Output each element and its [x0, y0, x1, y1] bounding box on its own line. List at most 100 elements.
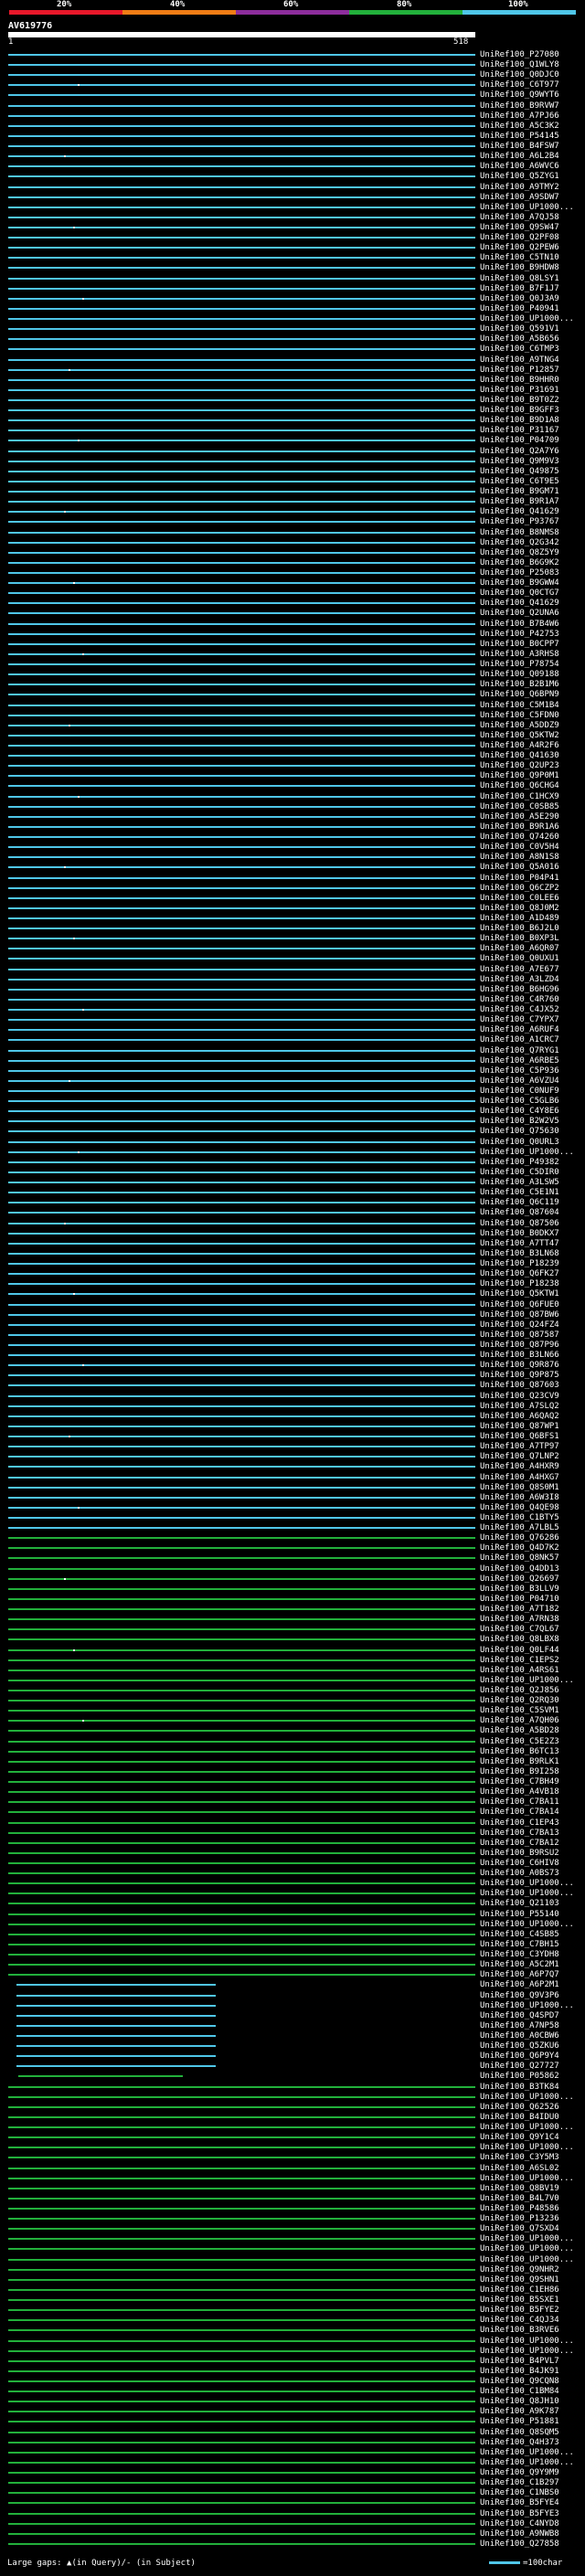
hit-label[interactable]: UniRef100_Q5ZYG1: [480, 172, 559, 181]
alignment-row[interactable]: UniRef100_P31167: [0, 426, 585, 435]
alignment-row[interactable]: UniRef100_Q2UP23: [0, 761, 585, 770]
hit-label[interactable]: UniRef100_A7SLQ2: [480, 1402, 559, 1411]
hit-label[interactable]: UniRef100_UP1000...: [480, 2234, 574, 2243]
alignment-row[interactable]: UniRef100_Q2A7Y6: [0, 447, 585, 456]
hit-label[interactable]: UniRef100_Q8S0M1: [480, 1483, 559, 1492]
hit-label[interactable]: UniRef100_Q2A7Y6: [480, 447, 559, 456]
hit-label[interactable]: UniRef100_A5B656: [480, 334, 559, 344]
hit-label[interactable]: UniRef100_A3LZD4: [480, 975, 559, 984]
hit-label[interactable]: UniRef100_Q9SW47: [480, 223, 559, 232]
hit-label[interactable]: UniRef100_A7LBL5: [480, 1523, 559, 1532]
alignment-row[interactable]: UniRef100_C1HCX9: [0, 792, 585, 801]
alignment-row[interactable]: UniRef100_C6T977: [0, 80, 585, 90]
alignment-row[interactable]: UniRef100_C6T9E5: [0, 477, 585, 486]
hit-label[interactable]: UniRef100_UP1000...: [480, 1920, 574, 1929]
alignment-row[interactable]: UniRef100_Q74260: [0, 832, 585, 842]
hit-label[interactable]: UniRef100_A9SDW7: [480, 193, 559, 202]
alignment-row[interactable]: UniRef100_Q6CHG4: [0, 781, 585, 790]
hit-label[interactable]: UniRef100_UP1000...: [480, 1889, 574, 1898]
hit-label[interactable]: UniRef100_P40941: [480, 304, 559, 313]
alignment-row[interactable]: UniRef100_A4RS61: [0, 1666, 585, 1675]
alignment-row[interactable]: UniRef100_P48586: [0, 2204, 585, 2213]
hit-label[interactable]: UniRef100_UP1000...: [480, 1676, 574, 1685]
hit-label[interactable]: UniRef100_P18239: [480, 1259, 559, 1268]
hit-label[interactable]: UniRef100_C7BA11: [480, 1797, 559, 1807]
hit-label[interactable]: UniRef100_A7QH06: [480, 1716, 559, 1725]
hit-label[interactable]: UniRef100_Q8JH10: [480, 2397, 559, 2406]
hit-label[interactable]: UniRef100_UP1000...: [480, 2347, 574, 2356]
alignment-row[interactable]: UniRef100_B3LN68: [0, 1249, 585, 1258]
alignment-row[interactable]: UniRef100_B5FYE4: [0, 2498, 585, 2507]
hit-label[interactable]: UniRef100_B7B4W6: [480, 620, 559, 629]
alignment-row[interactable]: UniRef100_P04710: [0, 1595, 585, 1604]
alignment-row[interactable]: UniRef100_Q9Y9M9: [0, 2468, 585, 2477]
alignment-row[interactable]: UniRef100_UP1000...: [0, 2448, 585, 2457]
alignment-row[interactable]: UniRef100_B3LLV9: [0, 1585, 585, 1594]
alignment-row[interactable]: UniRef100_Q0URL3: [0, 1138, 585, 1147]
hit-label[interactable]: UniRef100_A8N1S8: [480, 853, 559, 862]
hit-label[interactable]: UniRef100_Q2J856: [480, 1686, 559, 1695]
hit-label[interactable]: UniRef100_C5GLB6: [480, 1097, 559, 1106]
alignment-row[interactable]: UniRef100_A7NP58: [0, 2021, 585, 2030]
alignment-row[interactable]: UniRef100_A6L2B4: [0, 152, 585, 161]
hit-label[interactable]: UniRef100_C6T9E5: [480, 477, 559, 486]
alignment-row[interactable]: UniRef100_Q4DD13: [0, 1564, 585, 1574]
alignment-row[interactable]: UniRef100_P25083: [0, 568, 585, 578]
hit-label[interactable]: UniRef100_C1B297: [480, 2478, 559, 2487]
hit-label[interactable]: UniRef100_Q9CQN8: [480, 2377, 559, 2386]
hit-label[interactable]: UniRef100_A6RBE5: [480, 1056, 559, 1065]
hit-label[interactable]: UniRef100_B3LLV9: [480, 1585, 559, 1594]
hit-label[interactable]: UniRef100_Q9Y9M9: [480, 2468, 559, 2477]
alignment-row[interactable]: UniRef100_Q5KTW1: [0, 1289, 585, 1299]
hit-label[interactable]: UniRef100_P49382: [480, 1158, 559, 1167]
alignment-row[interactable]: UniRef100_A7PJ66: [0, 111, 585, 121]
hit-label[interactable]: UniRef100_B5FYE3: [480, 2509, 559, 2518]
alignment-row[interactable]: UniRef100_Q2UNA6: [0, 609, 585, 618]
hit-label[interactable]: UniRef100_P31167: [480, 426, 559, 435]
alignment-row[interactable]: UniRef100_B9RLK1: [0, 1757, 585, 1766]
hit-label[interactable]: UniRef100_A4VB18: [480, 1787, 559, 1797]
alignment-row[interactable]: UniRef100_A3RHS8: [0, 650, 585, 659]
alignment-row[interactable]: UniRef100_C4QJ34: [0, 2316, 585, 2325]
hit-label[interactable]: UniRef100_C0LEE6: [480, 894, 559, 903]
alignment-row[interactable]: UniRef100_B9R1A7: [0, 497, 585, 506]
alignment-row[interactable]: UniRef100_Q1WLY8: [0, 60, 585, 69]
hit-label[interactable]: UniRef100_Q27858: [480, 2539, 559, 2549]
hit-label[interactable]: UniRef100_A3RHS8: [480, 650, 559, 659]
hit-label[interactable]: UniRef100_Q2PF08: [480, 233, 559, 242]
hit-label[interactable]: UniRef100_C1NBS0: [480, 2488, 559, 2497]
alignment-row[interactable]: UniRef100_A5C2M1: [0, 1960, 585, 1969]
hit-label[interactable]: UniRef100_Q87603: [480, 1381, 559, 1390]
alignment-row[interactable]: UniRef100_UP1000...: [0, 2337, 585, 2346]
hit-label[interactable]: UniRef100_B3LN68: [480, 1249, 559, 1258]
hit-label[interactable]: UniRef100_Q4H373: [480, 2438, 559, 2447]
hit-label[interactable]: UniRef100_Q9SHN1: [480, 2275, 559, 2284]
hit-label[interactable]: UniRef100_Q2UP23: [480, 761, 559, 770]
hit-label[interactable]: UniRef100_A0CBW6: [480, 2031, 559, 2041]
hit-label[interactable]: UniRef100_B5FYE4: [480, 2498, 559, 2507]
hit-label[interactable]: UniRef100_C5P936: [480, 1066, 559, 1076]
alignment-row[interactable]: UniRef100_B7F1J7: [0, 284, 585, 293]
hit-label[interactable]: UniRef100_P27080: [480, 50, 559, 59]
hit-label[interactable]: UniRef100_C5FDN0: [480, 711, 559, 720]
alignment-row[interactable]: UniRef100_B2W2V5: [0, 1117, 585, 1126]
alignment-row[interactable]: UniRef100_Q8SQM5: [0, 2428, 585, 2437]
alignment-row[interactable]: UniRef100_A9TMY2: [0, 183, 585, 192]
alignment-row[interactable]: UniRef100_Q6P9Y4: [0, 2051, 585, 2061]
alignment-row[interactable]: UniRef100_Q5A016: [0, 863, 585, 872]
hit-label[interactable]: UniRef100_P12857: [480, 366, 559, 375]
hit-label[interactable]: UniRef100_B4JK91: [480, 2367, 559, 2376]
hit-label[interactable]: UniRef100_Q75630: [480, 1127, 559, 1136]
hit-label[interactable]: UniRef100_Q49875: [480, 467, 559, 476]
hit-label[interactable]: UniRef100_B9R1A6: [480, 822, 559, 832]
hit-label[interactable]: UniRef100_P13236: [480, 2214, 559, 2223]
hit-label[interactable]: UniRef100_B9D1A8: [480, 416, 559, 425]
hit-label[interactable]: UniRef100_Q8SQM5: [480, 2428, 559, 2437]
hit-label[interactable]: UniRef100_B6TC13: [480, 1747, 559, 1756]
alignment-row[interactable]: UniRef100_P55140: [0, 1910, 585, 1919]
hit-label[interactable]: UniRef100_A9TMY2: [480, 183, 559, 192]
hit-label[interactable]: UniRef100_UP1000...: [480, 2458, 574, 2467]
alignment-row[interactable]: UniRef100_A0CBW6: [0, 2031, 585, 2041]
alignment-row[interactable]: UniRef100_Q5ZYG1: [0, 172, 585, 181]
alignment-row[interactable]: UniRef100_A6SL02: [0, 2164, 585, 2173]
